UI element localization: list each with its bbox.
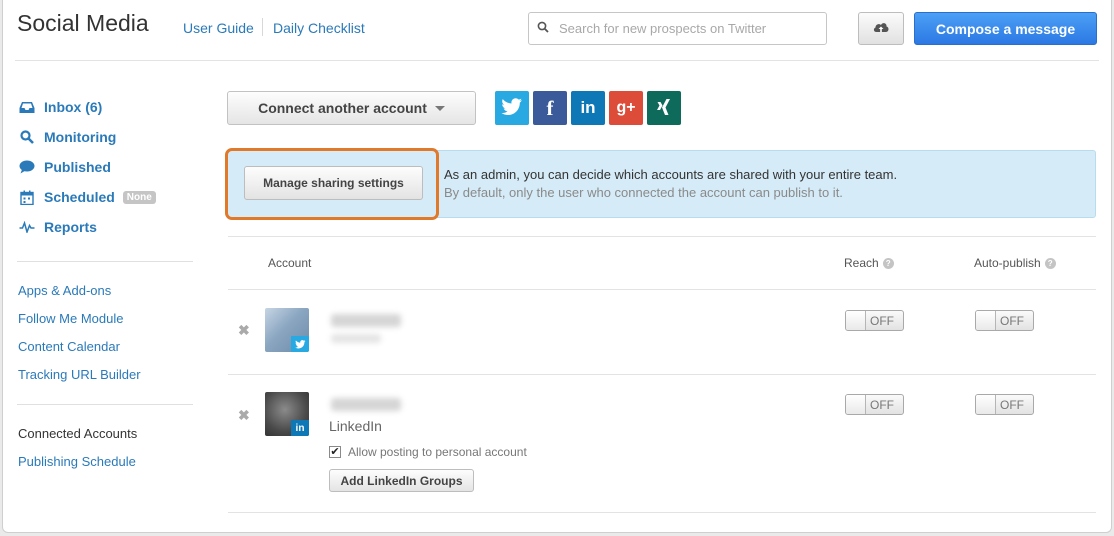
remove-account-icon[interactable]: ✖ [238, 322, 250, 339]
column-header-reach: Reach ? [844, 256, 894, 270]
info-subtext: By default, only the user who connected … [444, 185, 843, 200]
inbox-icon [17, 101, 37, 114]
sidebar-item-label: Inbox (6) [44, 99, 103, 115]
info-text: As an admin, you can decide which accoun… [444, 167, 898, 182]
avatar [265, 308, 309, 352]
column-header-label: Auto-publish [974, 256, 1041, 270]
connect-linkedin-button[interactable]: in [571, 91, 605, 125]
sidebar-item-connected-accounts: Connected Accounts [18, 426, 138, 441]
sidebar-divider [17, 261, 193, 262]
twitter-icon [291, 336, 309, 352]
help-icon[interactable]: ? [882, 257, 894, 269]
sidebar-link-tracking-url-builder[interactable]: Tracking URL Builder [18, 367, 141, 382]
connect-twitter-button[interactable] [495, 91, 529, 125]
network-label: LinkedIn [329, 418, 382, 434]
header-divider [262, 18, 263, 36]
account-handle-redacted [331, 334, 381, 343]
account-name-redacted [331, 314, 401, 327]
pulse-icon [17, 221, 37, 233]
user-guide-link[interactable]: User Guide [183, 20, 254, 36]
sidebar-item-scheduled[interactable]: Scheduled None [17, 182, 156, 212]
column-header-label: Account [268, 256, 312, 270]
header-divider-line [15, 60, 1099, 61]
sidebar-link-follow-me-module[interactable]: Follow Me Module [18, 311, 124, 326]
toggle-state: OFF [870, 313, 894, 328]
twitter-icon [501, 97, 523, 119]
search-icon [17, 130, 37, 144]
reach-toggle[interactable]: OFF [845, 310, 904, 331]
column-header-label: Reach [844, 256, 879, 270]
sidebar-link-apps-addons[interactable]: Apps & Add-ons [18, 283, 111, 298]
auto-publish-toggle[interactable]: OFF [975, 394, 1034, 415]
connect-facebook-button[interactable]: f [533, 91, 567, 125]
sidebar-link-publishing-schedule[interactable]: Publishing Schedule [18, 454, 136, 469]
facebook-icon: f [546, 95, 554, 120]
page-title: Social Media [17, 10, 149, 36]
google-plus-icon: g+ [616, 99, 636, 116]
connect-google-plus-button[interactable]: g+ [609, 91, 643, 125]
remove-account-icon[interactable]: ✖ [238, 407, 250, 424]
table-divider [228, 289, 1096, 290]
sidebar-nav: Inbox (6) Monitoring Published Scheduled… [17, 92, 156, 242]
sidebar-item-monitoring[interactable]: Monitoring [17, 122, 156, 152]
cloud-upload-icon [872, 20, 890, 37]
toggle-knob [976, 395, 996, 414]
reach-toggle[interactable]: OFF [845, 394, 904, 415]
sidebar-item-reports[interactable]: Reports [17, 212, 156, 242]
linkedin-icon: in [291, 420, 309, 436]
daily-checklist-link[interactable]: Daily Checklist [273, 20, 365, 36]
help-icon[interactable]: ? [1044, 257, 1056, 269]
avatar: in [265, 392, 309, 436]
toggle-state: OFF [1000, 313, 1024, 328]
auto-publish-toggle[interactable]: OFF [975, 310, 1034, 331]
connect-account-dropdown[interactable]: Connect another account [227, 91, 476, 125]
connect-xing-button[interactable] [647, 91, 681, 125]
checkbox-label: Allow posting to personal account [348, 445, 527, 459]
table-divider [228, 236, 1096, 237]
sidebar-item-published[interactable]: Published [17, 152, 156, 182]
linkedin-icon: in [580, 98, 596, 117]
account-name-redacted [331, 398, 401, 411]
connect-account-label: Connect another account [258, 100, 427, 116]
chevron-down-icon [434, 105, 445, 111]
status-badge: None [122, 190, 156, 204]
sidebar-item-label: Monitoring [44, 129, 117, 145]
toggle-knob [976, 311, 996, 330]
allow-personal-checkbox[interactable]: ✔ [329, 446, 341, 458]
table-divider [228, 512, 1096, 513]
xing-icon [655, 98, 673, 119]
toggle-knob [846, 395, 866, 414]
toggle-state: OFF [1000, 397, 1024, 412]
search-icon [537, 21, 549, 36]
sidebar-item-label: Published [44, 159, 111, 175]
toggle-knob [846, 311, 866, 330]
sidebar-divider [17, 404, 193, 405]
calendar-icon [17, 190, 37, 205]
search-input[interactable] [557, 20, 817, 37]
manage-sharing-settings-button[interactable]: Manage sharing settings [244, 166, 423, 200]
app-frame: Social Media User Guide Daily Checklist … [2, 0, 1112, 533]
search-box[interactable] [528, 12, 827, 45]
table-divider [228, 374, 1096, 375]
toggle-state: OFF [870, 397, 894, 412]
sidebar-item-label: Scheduled [44, 189, 115, 205]
compose-message-button[interactable]: Compose a message [914, 12, 1097, 45]
cloud-upload-button[interactable] [858, 12, 904, 45]
sidebar-link-content-calendar[interactable]: Content Calendar [18, 339, 120, 354]
column-header-auto-publish: Auto-publish ? [974, 256, 1056, 270]
sidebar-item-label: Reports [44, 219, 97, 235]
sidebar-item-inbox[interactable]: Inbox (6) [17, 92, 156, 122]
add-linkedin-groups-button[interactable]: Add LinkedIn Groups [329, 469, 474, 492]
column-header-account: Account [268, 256, 311, 270]
chat-bubble-icon [17, 160, 37, 174]
allow-personal-posting: ✔ Allow posting to personal account [329, 445, 527, 459]
